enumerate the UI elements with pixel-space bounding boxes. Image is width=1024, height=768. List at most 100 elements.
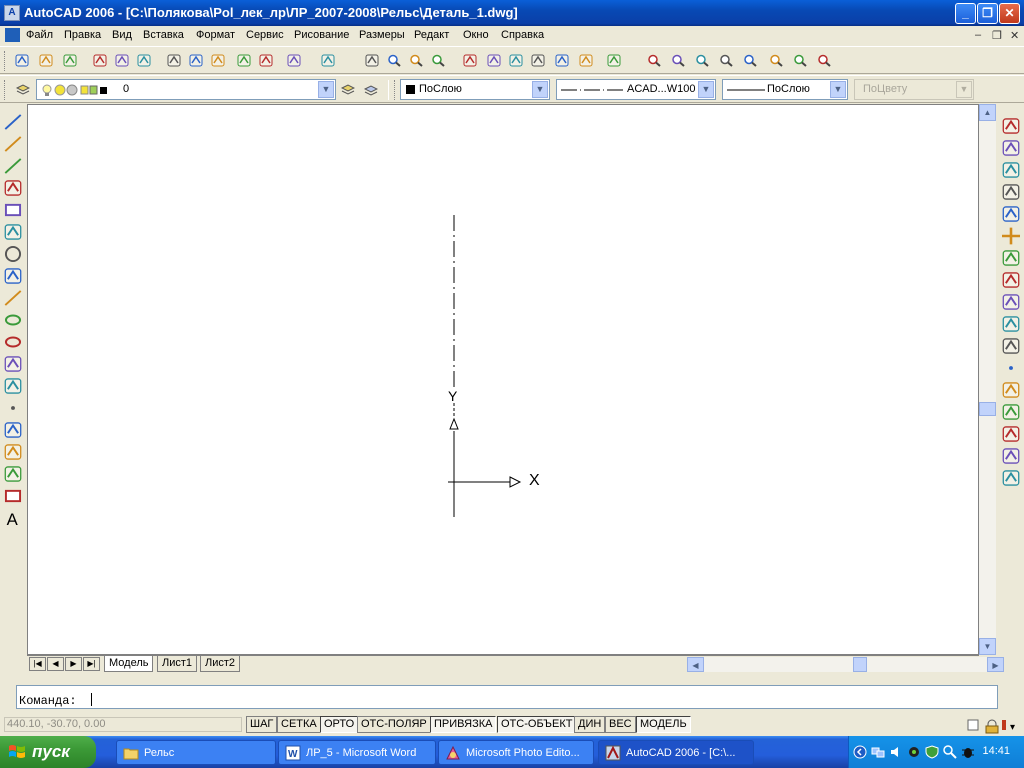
snap-toggle[interactable]: ШАГ bbox=[246, 716, 278, 733]
construction-line-icon[interactable] bbox=[3, 134, 23, 154]
show-hidden-icons-icon[interactable] bbox=[853, 745, 867, 759]
menu-edit[interactable]: Правка bbox=[64, 29, 101, 41]
explode-icon[interactable] bbox=[1001, 468, 1021, 488]
shield-icon[interactable] bbox=[925, 745, 939, 759]
vertical-scrollbar[interactable]: ▲ ▼ bbox=[979, 104, 996, 655]
chamfer-icon[interactable] bbox=[1001, 424, 1021, 444]
pan-icon[interactable] bbox=[362, 52, 382, 70]
insert-block-icon[interactable] bbox=[3, 354, 23, 374]
chevron-down-icon[interactable]: ▼ bbox=[698, 81, 714, 98]
zoom-all-icon[interactable] bbox=[716, 52, 736, 70]
polyline-icon[interactable] bbox=[3, 156, 23, 176]
design-center-icon[interactable] bbox=[484, 52, 504, 70]
zoom-realtime-icon[interactable] bbox=[384, 52, 404, 70]
network-icon[interactable] bbox=[871, 745, 885, 759]
scroll-thumb[interactable] bbox=[979, 402, 996, 416]
tool-palettes-icon[interactable] bbox=[506, 52, 526, 70]
osnap-toggle[interactable]: ПРИВЯЗКА bbox=[430, 716, 497, 733]
menu-modify[interactable]: Редакт bbox=[414, 29, 449, 41]
ellipse-arc-icon[interactable] bbox=[3, 332, 23, 352]
chevron-down-icon[interactable]: ▼ bbox=[532, 81, 548, 98]
hatch-icon[interactable] bbox=[3, 420, 23, 440]
rectangle-icon[interactable] bbox=[3, 200, 23, 220]
circle-icon[interactable] bbox=[3, 244, 23, 264]
scroll-down-icon[interactable]: ▼ bbox=[979, 638, 996, 655]
array-icon[interactable] bbox=[1001, 204, 1021, 224]
move-icon[interactable] bbox=[1001, 226, 1021, 246]
scale-icon[interactable] bbox=[1001, 270, 1021, 290]
plot-icon[interactable] bbox=[90, 52, 110, 70]
task-photo-editor[interactable]: Microsoft Photo Edito... bbox=[438, 740, 594, 765]
zoom-dynamic-icon[interactable] bbox=[790, 52, 810, 70]
plot-preview-icon[interactable] bbox=[112, 52, 132, 70]
menu-view[interactable]: Вид bbox=[112, 29, 132, 41]
sheet-set-icon[interactable] bbox=[528, 52, 548, 70]
zoom-previous-icon[interactable] bbox=[428, 52, 448, 70]
next-tab-icon[interactable]: ▶ bbox=[65, 657, 82, 671]
help-icon[interactable] bbox=[604, 52, 624, 70]
doc-minimize-button[interactable]: – bbox=[975, 29, 981, 41]
scroll-thumb[interactable] bbox=[853, 657, 867, 672]
point-icon[interactable] bbox=[3, 398, 23, 418]
zoom-center-icon[interactable] bbox=[766, 52, 786, 70]
spline-icon[interactable] bbox=[3, 288, 23, 308]
offset-icon[interactable] bbox=[1001, 182, 1021, 202]
toolbar-grip[interactable] bbox=[4, 51, 7, 71]
ellipse-icon[interactable] bbox=[3, 310, 23, 330]
gradient-icon[interactable] bbox=[3, 442, 23, 462]
start-button[interactable]: пуск bbox=[0, 736, 96, 768]
menu-help[interactable]: Справка bbox=[501, 29, 544, 41]
erase-icon[interactable] bbox=[1001, 116, 1021, 136]
toolbar-grip[interactable] bbox=[4, 80, 7, 100]
cut-icon[interactable] bbox=[164, 52, 184, 70]
autocad-app-icon[interactable]: A bbox=[4, 5, 20, 21]
menu-format[interactable]: Формат bbox=[196, 29, 235, 41]
join-icon[interactable] bbox=[1001, 402, 1021, 422]
layer-previous-icon[interactable] bbox=[361, 81, 381, 99]
lineweight-combo[interactable]: ПоСлою ▼ bbox=[722, 79, 848, 100]
zoom-extents-icon[interactable] bbox=[692, 52, 712, 70]
extend-icon[interactable] bbox=[1001, 336, 1021, 356]
linetype-combo[interactable]: ACAD...W100 ▼ bbox=[556, 79, 716, 100]
menu-file[interactable]: Файл bbox=[26, 29, 53, 41]
paste-icon[interactable] bbox=[208, 52, 228, 70]
chevron-down-icon[interactable]: ▼ bbox=[318, 81, 334, 98]
region-icon[interactable] bbox=[3, 464, 23, 484]
communication-center-icon[interactable]: ▾ bbox=[966, 716, 1022, 734]
doc-restore-button[interactable]: ❐ bbox=[992, 29, 1002, 42]
task-folder[interactable]: Рельс bbox=[116, 740, 276, 765]
prev-tab-icon[interactable]: ◀ bbox=[47, 657, 64, 671]
clock[interactable]: 14:41 bbox=[982, 745, 1010, 757]
zoom-out-icon[interactable] bbox=[668, 52, 688, 70]
scroll-right-icon[interactable]: ▶ bbox=[987, 657, 1004, 672]
menu-dimension[interactable]: Размеры bbox=[359, 29, 405, 41]
zoom-scale-icon[interactable] bbox=[740, 52, 760, 70]
bug-icon[interactable] bbox=[961, 745, 975, 759]
color-combo[interactable]: ПоСлою ▼ bbox=[400, 79, 550, 100]
minimize-button[interactable]: _ bbox=[955, 3, 976, 24]
trim-icon[interactable] bbox=[1001, 314, 1021, 334]
first-tab-icon[interactable]: |◀ bbox=[29, 657, 46, 671]
make-block-icon[interactable] bbox=[3, 376, 23, 396]
make-object-layer-current-icon[interactable] bbox=[338, 81, 358, 99]
save-icon[interactable] bbox=[60, 52, 80, 70]
open-icon[interactable] bbox=[36, 52, 56, 70]
stretch-icon[interactable] bbox=[1001, 292, 1021, 312]
publish-icon[interactable] bbox=[134, 52, 154, 70]
scroll-left-icon[interactable]: ◀ bbox=[687, 657, 704, 672]
scroll-up-icon[interactable]: ▲ bbox=[979, 104, 996, 121]
doc-close-button[interactable]: ✕ bbox=[1010, 29, 1019, 42]
task-word[interactable]: W ЛР_5 - Microsoft Word bbox=[278, 740, 436, 765]
chevron-down-icon[interactable]: ▼ bbox=[830, 81, 846, 98]
calculator-icon[interactable] bbox=[576, 52, 596, 70]
block-editor-icon[interactable] bbox=[256, 52, 276, 70]
undo-icon[interactable] bbox=[284, 52, 304, 70]
menu-window[interactable]: Окно bbox=[463, 29, 489, 41]
command-input[interactable]: Команда: bbox=[16, 685, 998, 709]
drawing-canvas[interactable]: X Y bbox=[27, 104, 979, 655]
last-tab-icon[interactable]: ▶| bbox=[83, 657, 100, 671]
new-icon[interactable] bbox=[12, 52, 32, 70]
revision-cloud-icon[interactable] bbox=[3, 266, 23, 286]
rotate-icon[interactable] bbox=[1001, 248, 1021, 268]
zoom-window-icon[interactable] bbox=[406, 52, 426, 70]
